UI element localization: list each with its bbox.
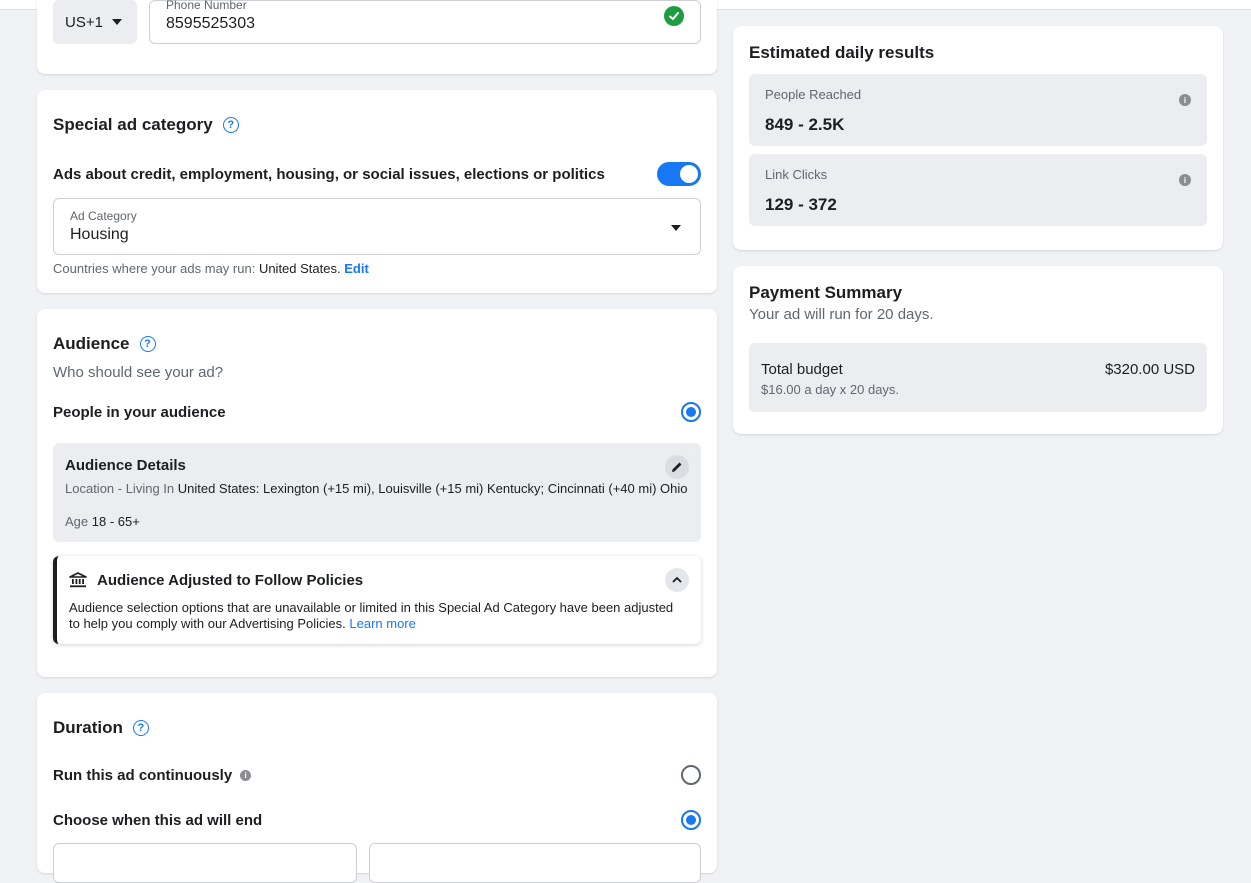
budget-detail: $16.00 a day x 20 days. (761, 382, 900, 397)
toggle-knob (680, 165, 698, 183)
run-continuously-label: Run this ad continuously i (53, 767, 252, 784)
help-icon[interactable]: ? (139, 336, 156, 352)
special-category-toggle-label: Ads about credit, employment, housing, o… (53, 166, 605, 183)
phone-number-field[interactable]: Phone Number 8595525303 (149, 0, 701, 44)
help-icon[interactable]: ? (222, 117, 239, 133)
location-label: Location - Living In (65, 481, 178, 496)
duration-title: Duration ? (53, 718, 149, 738)
collapse-policy-button[interactable] (665, 568, 689, 592)
phone-number-label: Phone Number (166, 0, 247, 12)
estimated-results-title: Estimated daily results (749, 43, 935, 62)
policy-notice: Audience Adjusted to Follow Policies Aud… (53, 556, 701, 644)
end-date-field[interactable] (53, 843, 357, 883)
audience-details: Audience Details Location - Living In Un… (53, 443, 701, 542)
policy-title: Audience Adjusted to Follow Policies (97, 572, 364, 589)
info-icon[interactable]: i (1179, 94, 1191, 106)
audience-option-label: People in your audience (53, 404, 226, 421)
pencil-icon (672, 462, 682, 472)
info-icon[interactable]: i (240, 770, 252, 781)
phone-number-value: 8595525303 (166, 15, 255, 32)
audience-details-title: Audience Details (65, 457, 186, 474)
run-continuously-text: Run this ad continuously (53, 767, 233, 784)
run-continuously-radio[interactable] (681, 765, 701, 785)
country-code-value: US+1 (65, 13, 103, 31)
audience-age: Age 18 - 65+ (65, 514, 693, 530)
people-reached-value: 849 - 2.5K (765, 115, 845, 134)
audience-title: Audience ? (53, 334, 156, 354)
duration-title-text: Duration (53, 718, 123, 737)
policy-text: Audience selection options that are unav… (69, 600, 681, 632)
special-ad-category-title-text: Special ad category (53, 115, 213, 134)
total-budget-box: Total budget $320.00 USD $16.00 a day x … (749, 343, 1207, 412)
end-time-field[interactable] (369, 843, 701, 883)
audience-option-radio[interactable] (681, 402, 701, 422)
chevron-down-icon (671, 225, 681, 231)
choose-end-label: Choose when this ad will end (53, 812, 263, 829)
country-code-select[interactable]: US+1 (53, 0, 137, 44)
people-reached-label: People Reached (765, 87, 862, 102)
info-icon[interactable]: i (1179, 174, 1191, 186)
countries-note: Countries where your ads may run: United… (53, 261, 369, 276)
help-icon[interactable]: ? (132, 720, 149, 736)
audience-title-text: Audience (53, 334, 130, 353)
link-clicks-label: Link Clicks (765, 167, 828, 182)
choose-end-radio[interactable] (681, 810, 701, 830)
payment-summary-title: Payment Summary (749, 283, 903, 302)
learn-more-link[interactable]: Learn more (349, 616, 415, 631)
estimated-results-card: Estimated daily results People Reached 8… (733, 26, 1223, 250)
link-clicks-metric: Link Clicks 129 - 372 i (749, 154, 1207, 226)
location-value: United States: Lexington (+15 mi), Louis… (177, 481, 688, 496)
countries-value: United States. (258, 261, 341, 276)
audience-card: Audience ? Who should see your ad? Peopl… (37, 309, 717, 677)
checkmark-icon (664, 6, 684, 26)
ad-category-value: Housing (70, 226, 129, 243)
bank-icon (69, 572, 87, 593)
total-budget-label: Total budget (761, 361, 843, 378)
countries-prefix: Countries where your ads may run: (53, 261, 259, 276)
duration-card: Duration ? Run this ad continuously i Ch… (37, 693, 717, 883)
special-ad-category-title: Special ad category ? (53, 115, 239, 135)
phone-card: US+1 Phone Number 8595525303 (37, 0, 717, 74)
chevron-down-icon (111, 19, 122, 25)
audience-subtitle: Who should see your ad? (53, 364, 224, 381)
audience-location: Location - Living In United States: Lexi… (65, 481, 693, 497)
chevron-up-icon (672, 576, 682, 583)
age-label: Age (65, 514, 92, 529)
ad-category-select[interactable]: Ad Category Housing (53, 198, 701, 255)
total-budget-value: $320.00 USD (1104, 361, 1195, 378)
age-value: 18 - 65+ (91, 514, 140, 529)
payment-summary-subtitle: Your ad will run for 20 days. (749, 306, 934, 323)
special-ad-category-card: Special ad category ? Ads about credit, … (37, 90, 717, 293)
special-category-toggle[interactable] (657, 162, 701, 186)
payment-summary-card: Payment Summary Your ad will run for 20 … (733, 266, 1223, 434)
ad-category-label: Ad Category (70, 209, 137, 223)
link-clicks-value: 129 - 372 (765, 195, 837, 214)
people-reached-metric: People Reached 849 - 2.5K i (749, 74, 1207, 146)
edit-audience-button[interactable] (665, 455, 689, 479)
edit-countries-link[interactable]: Edit (344, 261, 369, 276)
